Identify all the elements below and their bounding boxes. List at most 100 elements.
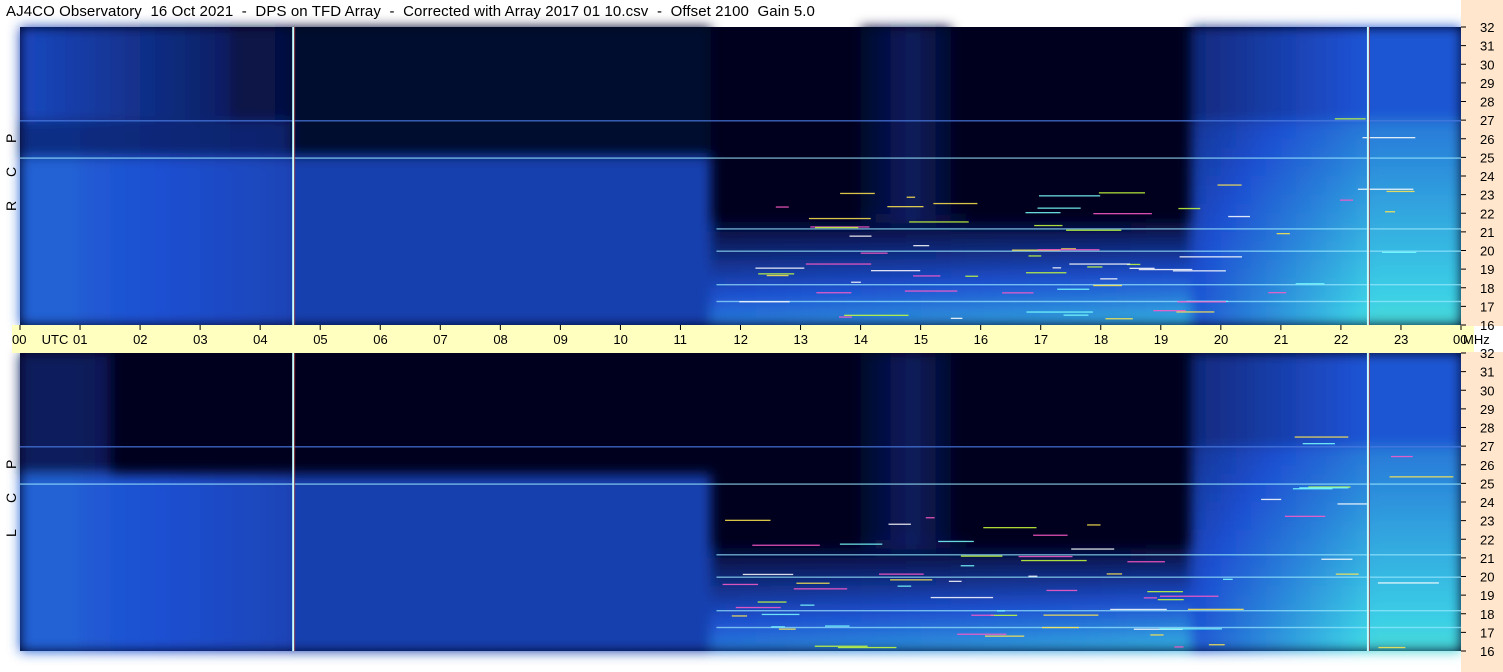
heat-cell <box>125 213 141 224</box>
heat-cell <box>1400 45 1417 56</box>
heat-cell <box>890 502 907 512</box>
heat-cell <box>1145 613 1162 624</box>
heat-cell <box>785 632 802 643</box>
heat-cell <box>860 520 877 531</box>
heat-cell <box>920 157 937 168</box>
heat-cell <box>350 185 366 196</box>
heat-cell <box>1430 436 1447 447</box>
heat-cell <box>200 632 216 643</box>
heat-cell <box>170 604 186 615</box>
heat-cell <box>1250 436 1267 447</box>
heat-cell <box>545 576 561 587</box>
heat-cell <box>770 315 787 326</box>
heat-cell <box>455 120 471 131</box>
heat-cell <box>140 73 156 84</box>
heat-cell <box>515 632 531 643</box>
heat-cell <box>785 576 802 587</box>
heat-cell <box>665 101 682 112</box>
heat-cell <box>470 82 486 93</box>
heat-cell <box>1265 455 1282 466</box>
heat-cell <box>995 278 1012 289</box>
heat-cell <box>155 54 171 65</box>
heat-cell <box>1190 213 1207 224</box>
heat-cell <box>590 492 607 503</box>
heat-cell <box>320 64 336 75</box>
heat-cell <box>770 250 787 261</box>
heat-cell <box>230 36 246 47</box>
heat-cell <box>1205 492 1222 503</box>
heat-cell <box>1430 73 1447 84</box>
heat-cell <box>875 101 892 112</box>
heat-cell <box>1100 641 1117 652</box>
heat-cell <box>125 632 141 643</box>
heat-cell <box>1205 92 1222 103</box>
heat-cell <box>20 250 36 261</box>
heat-cell <box>935 613 952 624</box>
heat-cell <box>875 278 892 289</box>
heat-cell <box>485 259 501 270</box>
heat-cell <box>1070 231 1087 242</box>
heat-cell <box>890 120 907 131</box>
heat-cell <box>350 576 366 587</box>
heat-cell <box>1220 54 1237 65</box>
heat-cell <box>395 548 411 559</box>
heat-cell <box>320 82 336 93</box>
heat-cell <box>500 203 516 214</box>
heat-cell <box>1415 455 1432 466</box>
heat-cell <box>1190 380 1207 391</box>
heat-cell <box>185 539 201 550</box>
heat-cell <box>440 595 456 606</box>
heat-cell <box>1205 529 1222 540</box>
heat-cell <box>710 287 727 298</box>
heat-cell <box>1100 241 1117 252</box>
heat-cell <box>575 613 591 624</box>
heat-cell <box>80 278 96 289</box>
heat-cell <box>245 632 261 643</box>
heat-cell <box>305 222 321 233</box>
heat-cell <box>425 166 441 177</box>
heat-cell <box>1295 203 1312 214</box>
heat-cell <box>1310 427 1327 438</box>
heat-cell <box>1430 157 1447 168</box>
heat-cell <box>380 548 396 559</box>
heat-cell <box>215 278 231 289</box>
heat-cell <box>125 64 141 75</box>
heat-cell <box>1295 353 1312 363</box>
heat-cell <box>20 101 36 112</box>
heat-cell <box>605 231 622 242</box>
heat-cell <box>185 297 201 307</box>
heat-cell <box>1010 641 1027 652</box>
heat-cell <box>1400 585 1417 596</box>
heat-cell <box>275 101 291 112</box>
heat-cell <box>515 576 531 587</box>
heat-cell <box>635 92 652 103</box>
heat-cell <box>50 604 66 615</box>
heat-cell <box>1385 436 1402 447</box>
heat-cell <box>1340 492 1357 503</box>
freq-unit-label: MHz <box>1463 332 1490 347</box>
heat-cell <box>1205 101 1222 112</box>
heat-cell <box>590 585 607 596</box>
heat-cell <box>1430 632 1447 643</box>
heat-cell <box>605 539 622 550</box>
heat-cell <box>185 120 201 131</box>
heat-cell <box>245 623 261 633</box>
heat-cell <box>590 520 607 531</box>
heat-cell <box>695 222 712 233</box>
heat-cell <box>230 120 246 131</box>
heat-cell <box>515 36 531 47</box>
time-tick-label: 19 <box>1154 332 1168 347</box>
heat-cell <box>65 446 81 457</box>
heat-cell <box>185 259 201 270</box>
heat-cell <box>665 64 682 75</box>
heat-cell <box>1385 45 1402 56</box>
heat-cell <box>500 82 516 93</box>
heat-cell <box>620 604 637 615</box>
heat-cell <box>1430 241 1447 252</box>
heat-cell <box>470 185 486 196</box>
heat-cell <box>200 110 216 121</box>
heat-cell <box>890 92 907 103</box>
heat-cell <box>215 492 231 503</box>
heat-cell <box>695 129 712 140</box>
heat-cell <box>470 120 486 131</box>
